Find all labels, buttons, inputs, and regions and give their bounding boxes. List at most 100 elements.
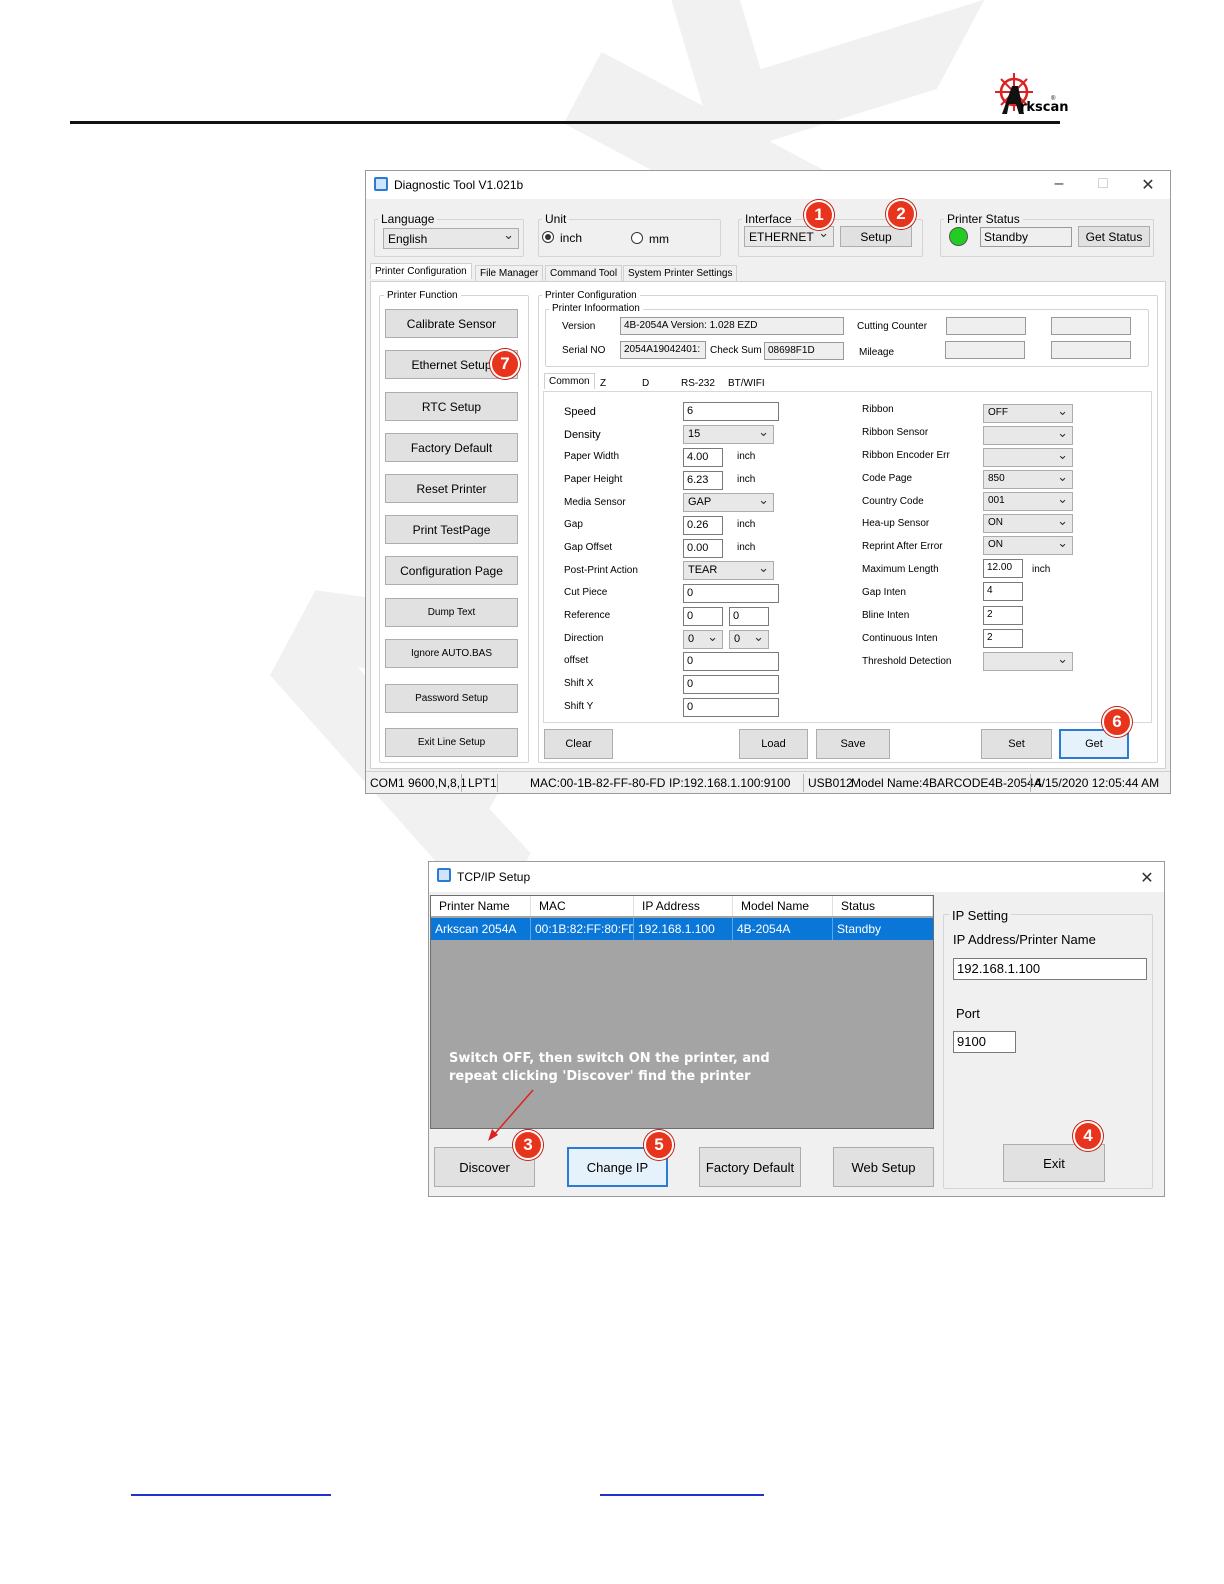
load-button[interactable]: Load — [739, 729, 808, 759]
step-badge-7: 7 — [490, 349, 520, 379]
interface-setup-button[interactable]: Setup — [840, 226, 912, 247]
function-button-ignore-auto-bas[interactable]: Ignore AUTO.BAS — [385, 639, 518, 668]
cutting-counter-field-2 — [1051, 317, 1131, 335]
set-button[interactable]: Set — [981, 729, 1052, 759]
subtab-bt-wifi[interactable]: BT/WIFI — [724, 376, 769, 391]
bline-inten-field[interactable]: 2 — [983, 606, 1023, 625]
function-button-password-setup[interactable]: Password Setup — [385, 684, 518, 713]
gap-offset-label: Gap Offset — [564, 542, 613, 553]
density-select[interactable]: 15 — [683, 425, 774, 444]
subtab-d[interactable]: D — [638, 376, 653, 391]
status-usb: USB012 — [808, 776, 853, 790]
printer-status-label: Printer Status — [944, 212, 1023, 226]
step-badge-2: 2 — [886, 199, 916, 229]
subtab-rs232[interactable]: RS-232 — [677, 376, 719, 391]
ribbon-label: Ribbon — [862, 404, 894, 415]
web-setup-button[interactable]: Web Setup — [833, 1147, 934, 1187]
subtab-z[interactable]: Z — [596, 376, 610, 391]
footer-link-underline-2[interactable] — [600, 1494, 764, 1496]
clear-button[interactable]: Clear — [544, 729, 613, 759]
function-button-calibrate-sensor[interactable]: Calibrate Sensor — [385, 309, 518, 338]
tcpip-title: TCP/IP Setup — [457, 870, 531, 884]
reprint-after-error-select[interactable]: ON — [983, 536, 1073, 555]
column-model-name[interactable]: Model Name — [733, 896, 833, 916]
save-button[interactable]: Save — [816, 729, 890, 759]
get-status-button[interactable]: Get Status — [1078, 226, 1150, 247]
subtab-common[interactable]: Common — [544, 373, 595, 389]
direction-label: Direction — [564, 633, 604, 644]
column-printer-name[interactable]: Printer Name — [431, 896, 531, 916]
language-select[interactable]: English — [383, 228, 519, 249]
country-code-select[interactable]: 001 — [983, 492, 1073, 511]
speed-field[interactable]: 6 — [683, 402, 779, 421]
function-button-dump-text[interactable]: Dump Text — [385, 598, 518, 627]
media-sensor-select[interactable]: GAP — [683, 493, 774, 512]
unit-mm-radio[interactable] — [631, 232, 643, 244]
mirror-select[interactable]: 0 — [729, 630, 769, 649]
minimize-icon[interactable]: – — [1049, 175, 1069, 193]
gap-field[interactable]: 0.26 — [683, 516, 723, 535]
port-field[interactable]: 9100 — [953, 1031, 1016, 1053]
ribbon-sensor-select[interactable] — [983, 426, 1073, 445]
status-light-icon — [949, 227, 968, 246]
unit-inch-radio[interactable] — [542, 231, 554, 243]
row-ip-address[interactable]: 192.168.1.100 — [634, 918, 733, 940]
status-com: COM1 9600,N,8,1 — [370, 776, 467, 790]
continuous-inten-field[interactable]: 2 — [983, 629, 1023, 648]
gap-inten-field[interactable]: 4 — [983, 582, 1023, 601]
continuous-inten-label: Continuous Inten — [862, 633, 938, 644]
maximize-icon[interactable]: □ — [1093, 175, 1113, 193]
tab-command-tool[interactable]: Command Tool — [545, 265, 623, 281]
direction-select[interactable]: 0 — [683, 630, 723, 649]
function-button-rtc-setup[interactable]: RTC Setup — [385, 392, 518, 421]
registered-mark: ® — [1051, 96, 1056, 102]
function-button-factory-default[interactable]: Factory Default — [385, 433, 518, 462]
function-button-reset-printer[interactable]: Reset Printer — [385, 474, 518, 503]
reference-x-field[interactable]: 0 — [683, 607, 723, 626]
column-status[interactable]: Status — [833, 896, 933, 916]
function-button-exit-line-setup[interactable]: Exit Line Setup — [385, 728, 518, 757]
head-up-sensor-select[interactable]: ON — [983, 514, 1073, 533]
mileage-field — [945, 341, 1025, 359]
ip-address-label: IP Address/Printer Name — [953, 932, 1096, 947]
ribbon-encoder-select[interactable] — [983, 448, 1073, 467]
maximum-length-field[interactable]: 12.00 — [983, 559, 1023, 578]
paper-width-field[interactable]: 4.00 — [683, 448, 723, 467]
offset-field[interactable]: 0 — [683, 652, 779, 671]
close-icon[interactable]: ✕ — [1137, 868, 1157, 888]
ribbon-select[interactable]: OFF — [983, 404, 1073, 423]
offset-label: offset — [564, 655, 589, 666]
serial-label: Serial NO — [562, 345, 606, 356]
media-sensor-label: Media Sensor — [564, 497, 626, 508]
paper-height-field[interactable]: 6.23 — [683, 471, 723, 490]
printer-status-field: Standby — [980, 227, 1072, 247]
row-printer-name[interactable]: Arkscan 2054A — [431, 918, 531, 940]
diag-statusbar: COM1 9600,N,8,1 LPT1 MAC:00-1B-82-FF-80-… — [366, 771, 1170, 793]
shift-x-field[interactable]: 0 — [683, 675, 779, 694]
column-mac[interactable]: MAC — [531, 896, 634, 916]
code-page-select[interactable]: 850 — [983, 470, 1073, 489]
printer-config-label: Printer Configuration — [542, 290, 640, 301]
gap-offset-unit: inch — [737, 542, 756, 553]
post-print-action-select[interactable]: TEAR — [683, 561, 774, 580]
column-ip-address[interactable]: IP Address — [634, 896, 733, 916]
footer-link-underline-1[interactable] — [131, 1494, 331, 1496]
factory-default-button[interactable]: Factory Default — [699, 1147, 801, 1187]
shift-y-field[interactable]: 0 — [683, 698, 779, 717]
step-badge-3: 3 — [513, 1130, 543, 1160]
threshold-detection-select[interactable] — [983, 652, 1073, 671]
unit-mm-label: mm — [649, 232, 669, 246]
gap-offset-field[interactable]: 0.00 — [683, 539, 723, 558]
tab-system-printer-settings[interactable]: System Printer Settings — [623, 265, 738, 281]
row-mac[interactable]: 00:1B:82:FF:80:FD — [531, 918, 634, 940]
row-model-name[interactable]: 4B-2054A — [733, 918, 833, 940]
function-button-print-testpage[interactable]: Print TestPage — [385, 515, 518, 544]
tab-printer-configuration[interactable]: Printer Configuration — [370, 263, 472, 279]
close-icon[interactable]: ✕ — [1138, 175, 1158, 195]
row-status[interactable]: Standby — [833, 918, 933, 940]
ip-address-field[interactable]: 192.168.1.100 — [953, 958, 1147, 980]
function-button-configuration-page[interactable]: Configuration Page — [385, 556, 518, 585]
reference-y-field[interactable]: 0 — [729, 607, 769, 626]
tab-file-manager[interactable]: File Manager — [475, 265, 544, 281]
cut-piece-field[interactable]: 0 — [683, 584, 779, 603]
